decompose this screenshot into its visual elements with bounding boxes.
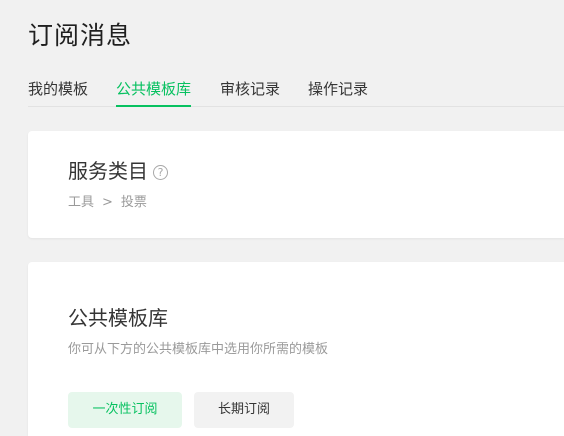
page-title: 订阅消息	[28, 21, 133, 50]
library-description: 你可从下方的公共模板库中选用你所需的模板	[68, 342, 329, 357]
service-category-card: 服务类目 ? 工具 > 投票	[28, 131, 564, 238]
breadcrumb-separator: >	[102, 195, 113, 210]
tab-operation-records[interactable]: 操作记录	[308, 76, 368, 106]
service-category-breadcrumb: 工具 > 投票	[68, 194, 147, 212]
tab-bar: 我的模板 公共模板库 审核记录 操作记录	[28, 76, 564, 107]
tab-public-template-library[interactable]: 公共模板库	[116, 76, 192, 107]
service-category-title: 服务类目	[68, 159, 148, 183]
tab-review-records[interactable]: 审核记录	[220, 76, 280, 106]
breadcrumb-first-level: 工具	[68, 195, 95, 210]
long-term-subscription-button[interactable]: 长期订阅	[194, 392, 294, 428]
tab-my-templates[interactable]: 我的模板	[28, 76, 88, 106]
one-time-subscription-button[interactable]: 一次性订阅	[68, 392, 182, 428]
breadcrumb-second-level: 投票	[120, 195, 147, 210]
public-template-library-card: 公共模板库 你可从下方的公共模板库中选用你所需的模板 一次性订阅 长期订阅	[28, 262, 564, 436]
library-title: 公共模板库	[68, 306, 168, 330]
question-circle-icon[interactable]: ?	[153, 165, 168, 180]
